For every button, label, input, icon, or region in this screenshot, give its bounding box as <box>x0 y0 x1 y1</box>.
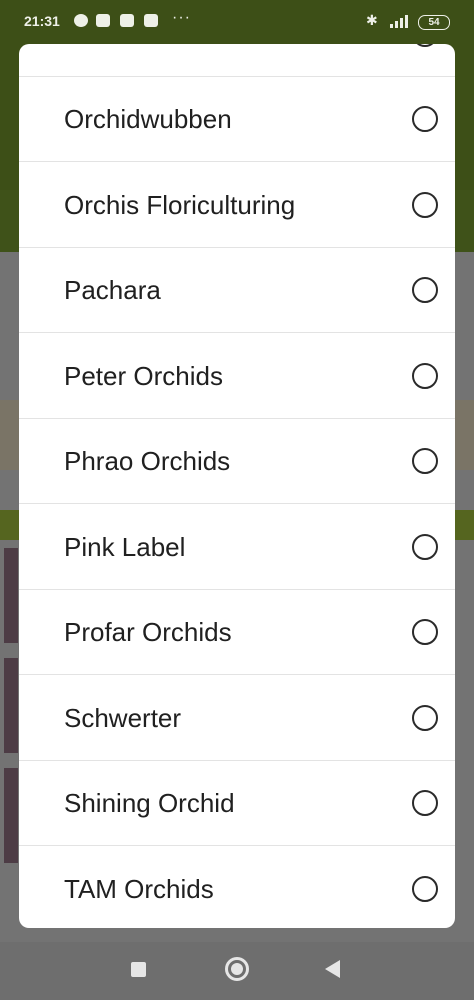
option-row[interactable]: Profar Orchids <box>19 590 455 675</box>
status-time: 21:31 <box>24 13 60 29</box>
youtube-icon <box>120 14 134 27</box>
product-thumbnail <box>4 768 18 863</box>
home-icon[interactable] <box>225 957 249 981</box>
battery-icon: 54 <box>418 15 450 30</box>
option-label: Pink Label <box>64 531 186 562</box>
option-row[interactable]: Pink Label <box>19 505 455 590</box>
radio-button[interactable] <box>412 448 438 474</box>
radio-button[interactable] <box>412 191 438 218</box>
option-label: Pachara <box>64 275 161 305</box>
brand-selection-dialog: Orchids And More Orchidwubben Orchis Flor… <box>19 44 455 928</box>
youtube-icon <box>144 14 158 27</box>
radio-button[interactable] <box>412 362 438 389</box>
back-icon[interactable] <box>325 960 340 978</box>
option-row[interactable]: Schwerter <box>19 676 455 761</box>
recent-apps-icon[interactable] <box>131 962 146 977</box>
option-row[interactable]: Shining Orchid <box>19 761 455 846</box>
option-label: Shining Orchid <box>64 788 235 818</box>
option-row[interactable]: Peter Orchids <box>19 334 455 419</box>
option-row[interactable]: Phrao Orchids <box>19 419 455 504</box>
radio-button[interactable] <box>412 277 438 303</box>
option-row[interactable]: Orchis Floriculturing <box>19 163 455 248</box>
chat-icon <box>74 14 88 27</box>
option-row[interactable]: TAM Orchids <box>19 847 455 929</box>
option-row[interactable]: Pachara <box>19 248 455 333</box>
option-label: Peter Orchids <box>64 360 223 391</box>
option-label: TAM Orchids <box>64 873 214 904</box>
option-row[interactable]: Orchidwubben <box>19 77 455 162</box>
radio-button[interactable] <box>412 875 438 902</box>
radio-button[interactable] <box>412 533 438 560</box>
radio-button[interactable] <box>412 44 438 47</box>
option-row[interactable]: Orchids And More <box>19 44 455 77</box>
option-label: Orchids And More <box>64 44 272 77</box>
status-bar: 21:31 ··· ✱ 54 <box>0 0 474 42</box>
option-label: Orchis Floriculturing <box>64 189 296 220</box>
radio-button[interactable] <box>412 704 438 731</box>
radio-button[interactable] <box>412 790 438 816</box>
option-label: Orchidwubben <box>64 104 232 134</box>
signal-icon <box>388 14 412 28</box>
product-thumbnail <box>4 548 18 643</box>
more-notifications-icon: ··· <box>172 9 191 26</box>
radio-button[interactable] <box>412 619 438 645</box>
option-label: Phrao Orchids <box>64 446 231 476</box>
radio-button[interactable] <box>412 106 438 132</box>
bluetooth-icon: ✱ <box>366 12 378 28</box>
option-label: Schwerter <box>64 702 182 733</box>
option-label: Profar Orchids <box>64 617 232 647</box>
photo-icon <box>96 14 110 27</box>
product-thumbnail <box>4 658 18 753</box>
